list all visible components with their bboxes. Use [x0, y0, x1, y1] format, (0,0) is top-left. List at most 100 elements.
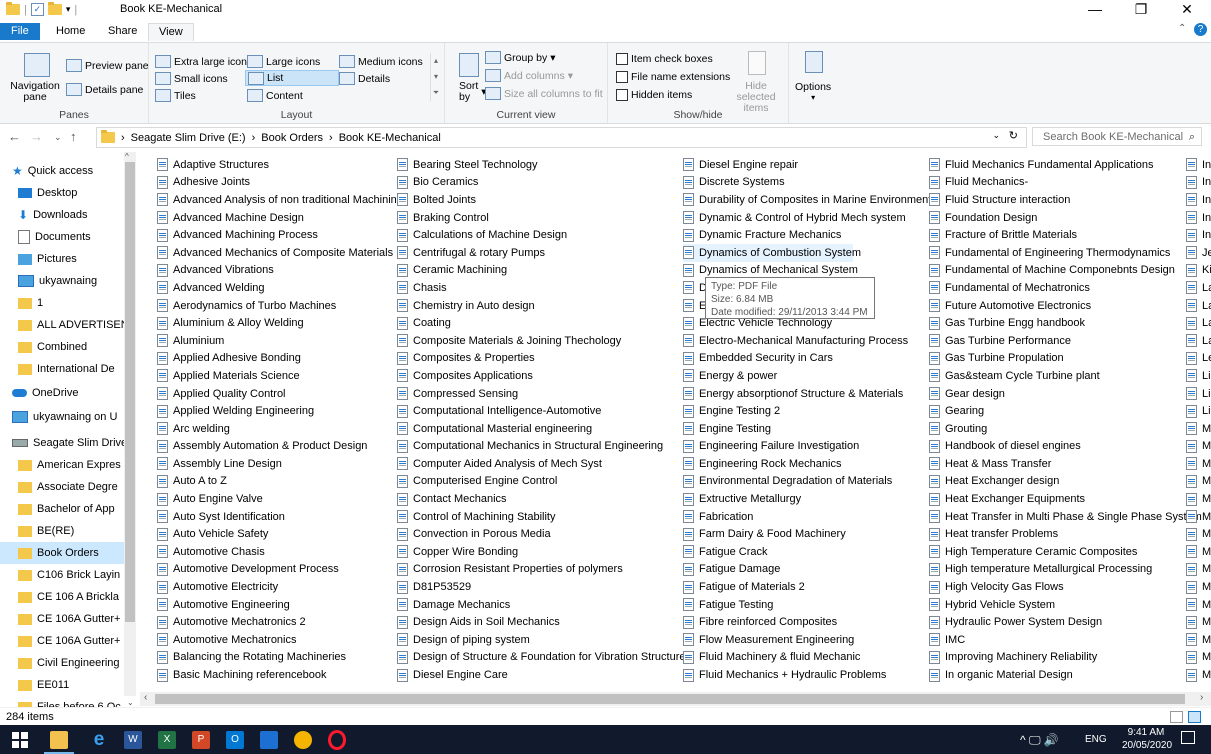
group-by-button[interactable]: Group by ▾ — [485, 51, 555, 64]
file-item[interactable]: M — [1186, 578, 1211, 596]
item-check-checkbox[interactable] — [616, 53, 628, 65]
file-item[interactable]: Computerised Engine Control — [397, 473, 691, 491]
file-item[interactable]: Fundamental of Machine Componebnts Desig… — [929, 262, 1202, 280]
nav-item[interactable]: Desktop✱ — [0, 182, 124, 204]
file-item[interactable]: Dynamics of Combustion System — [683, 243, 861, 262]
file-item[interactable]: Fatigue Testing — [683, 596, 931, 614]
file-item[interactable]: M — [1186, 649, 1211, 667]
file-item[interactable]: Centrifugal & rotary Pumps — [397, 244, 691, 262]
nav-item[interactable]: CE 106 A Brickla — [0, 586, 124, 608]
up-button[interactable]: ↑ — [70, 129, 77, 144]
nav-item[interactable]: CE 106A Gutter+ — [0, 608, 124, 630]
file-item[interactable]: Durability of Composites in Marine Envir… — [683, 191, 931, 209]
small-icons-option[interactable]: Small icons — [155, 72, 228, 85]
opera-icon[interactable] — [328, 730, 346, 750]
new-folder-icon[interactable] — [47, 2, 62, 15]
file-item[interactable]: Gas Turbine Propulation — [929, 350, 1202, 368]
word-icon[interactable]: W — [124, 731, 142, 749]
hidden-items-toggle[interactable]: Hidden items — [616, 89, 692, 101]
file-item[interactable]: Flow Measurement Engineering — [683, 631, 931, 649]
scroll-left-icon[interactable]: ‹ — [144, 692, 147, 703]
file-item[interactable]: Improving Machinery Reliability — [929, 649, 1202, 667]
nav-item[interactable]: International De — [0, 358, 124, 380]
file-item[interactable]: Fluid Machinery & fluid Mechanic — [683, 649, 931, 667]
file-ext-checkbox[interactable] — [616, 71, 628, 83]
file-item[interactable]: Engine Testing 2 — [683, 402, 931, 420]
file-item[interactable]: Gearing — [929, 402, 1202, 420]
nav-item[interactable]: C106 Brick Layin — [0, 564, 124, 586]
file-item[interactable]: Coating — [397, 314, 691, 332]
notifications-icon[interactable] — [1181, 731, 1195, 744]
nav-item[interactable]: Seagate Slim Drive — [0, 432, 124, 454]
file-item[interactable]: Energy absorptionof Structure & Material… — [683, 385, 931, 403]
file-item[interactable]: Automotive Engineering — [157, 596, 403, 614]
file-item[interactable]: Foundation Design — [929, 209, 1202, 227]
file-item[interactable]: Compressed Sensing — [397, 385, 691, 403]
nav-item[interactable]: CE 106A Gutter+ — [0, 630, 124, 652]
file-item[interactable]: Fibre reinforced Composites — [683, 613, 931, 631]
file-item[interactable]: La — [1186, 279, 1211, 297]
nav-item[interactable]: Documents✱ — [0, 226, 124, 248]
nav-item[interactable]: ukyawnaing on U — [0, 406, 124, 428]
file-item[interactable]: Applied Welding Engineering — [157, 402, 403, 420]
details-view-icon[interactable] — [1170, 711, 1183, 723]
file-item[interactable]: Aluminium — [157, 332, 403, 350]
system-tray-icon[interactable]: ^ 🖵 🔊 — [1020, 733, 1059, 748]
file-item[interactable]: Applied Adhesive Bonding — [157, 350, 403, 368]
nav-item[interactable]: OneDrive — [0, 382, 124, 404]
file-item[interactable]: High temperature Metallurgical Processin… — [929, 561, 1202, 579]
nav-item[interactable]: ★ Quick access — [0, 160, 124, 182]
file-item[interactable]: Automotive Electricity — [157, 578, 403, 596]
file-item[interactable]: M — [1186, 420, 1211, 438]
file-item[interactable]: Auto Vehicle Safety — [157, 525, 403, 543]
file-item[interactable]: Fundamental of Engineering Thermodynamic… — [929, 244, 1202, 262]
file-item[interactable]: Automotive Mechatronics — [157, 631, 403, 649]
preview-pane-button[interactable]: Preview pane — [66, 59, 149, 72]
file-item[interactable]: Bio Ceramics — [397, 174, 691, 192]
sort-by-button[interactable]: Sort by ▾ — [459, 81, 487, 103]
tab-view[interactable]: View — [148, 23, 194, 41]
file-item[interactable]: Contact Mechanics — [397, 490, 691, 508]
file-item[interactable]: Li — [1186, 385, 1211, 403]
file-explorer-icon[interactable] — [50, 731, 68, 749]
customize-toolbar-icon[interactable]: ▾ — [66, 4, 71, 15]
file-item[interactable]: Advanced Welding — [157, 279, 403, 297]
file-item[interactable]: Gas Turbine Performance — [929, 332, 1202, 350]
file-item[interactable]: Convection in Porous Media — [397, 525, 691, 543]
file-item[interactable]: Diesel Engine Care — [397, 666, 691, 684]
file-item[interactable]: Aerodynamics of Turbo Machines — [157, 297, 403, 315]
nav-item[interactable]: 1 — [0, 292, 124, 314]
file-item[interactable]: Electro-Mechanical Manufacturing Process — [683, 332, 931, 350]
file-item[interactable]: Assembly Automation & Product Design — [157, 438, 403, 456]
xl-icons-option[interactable]: Extra large icons — [155, 55, 252, 68]
file-item[interactable]: Computational Mechanics in Structural En… — [397, 438, 691, 456]
file-item[interactable]: Embedded Security in Cars — [683, 350, 931, 368]
nav-item[interactable]: EE011 — [0, 674, 124, 696]
file-item[interactable]: Chemistry in Auto design — [397, 297, 691, 315]
address-dropdown-icon[interactable]: ⌄ — [992, 130, 1000, 141]
file-item[interactable]: Je — [1186, 244, 1211, 262]
file-item[interactable]: Automotive Development Process — [157, 561, 403, 579]
file-item[interactable]: Heat Exchanger design — [929, 473, 1202, 491]
file-item[interactable]: Basic Machining referencebook — [157, 666, 403, 684]
file-item[interactable]: Gas&steam Cycle Turbine plant — [929, 367, 1202, 385]
file-item[interactable]: Energy & power — [683, 367, 931, 385]
language-indicator[interactable]: ENG — [1085, 734, 1107, 745]
chrome-icon[interactable] — [294, 731, 312, 749]
file-item[interactable]: M — [1186, 666, 1211, 684]
file-item[interactable]: Heat & Mass Transfer — [929, 455, 1202, 473]
file-item[interactable]: Fracture of Brittle Materials — [929, 226, 1202, 244]
details-option[interactable]: Details — [339, 72, 390, 85]
navigation-pane-button[interactable]: Navigation pane — [0, 81, 70, 103]
file-item[interactable]: Grouting — [929, 420, 1202, 438]
windows-start-icon[interactable] — [12, 732, 28, 748]
nav-item[interactable]: ⬇Downloads✱ — [0, 204, 124, 226]
file-item[interactable]: In — [1186, 226, 1211, 244]
file-item[interactable]: M — [1186, 543, 1211, 561]
collapse-ribbon-icon[interactable]: ⌃ — [1178, 23, 1186, 34]
file-item[interactable]: Applied Materials Science — [157, 367, 403, 385]
file-item[interactable]: Discrete Systems — [683, 174, 931, 192]
tab-share[interactable]: Share — [98, 23, 147, 40]
file-item[interactable]: Design of piping system — [397, 631, 691, 649]
nav-scroll-up-icon[interactable]: ^ — [125, 152, 129, 161]
